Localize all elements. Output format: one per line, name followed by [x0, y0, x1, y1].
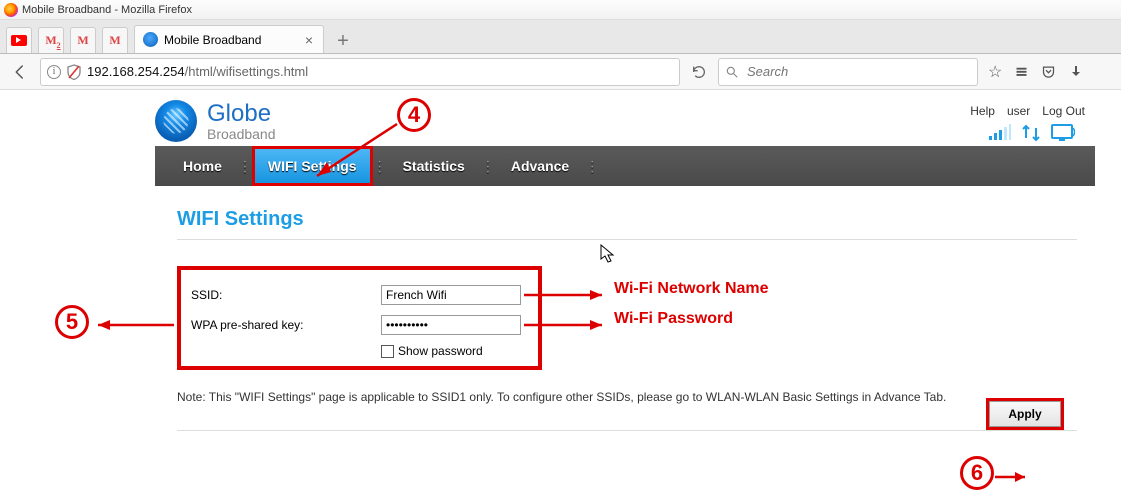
nav-stats-label: Statistics: [403, 158, 465, 174]
monitor-icon: [1051, 124, 1075, 142]
search-icon: [725, 65, 739, 79]
window-titlebar: Mobile Broadband - Mozilla Firefox: [0, 0, 1121, 20]
brand-subtitle: Broadband: [207, 126, 276, 142]
pinned-tab-gmail-1[interactable]: M2: [38, 27, 64, 53]
annotation-6-circle: 6: [960, 456, 994, 490]
tab-strip: M2 M M Mobile Broadband × +: [0, 20, 1121, 54]
wpa-key-input[interactable]: [381, 315, 521, 335]
page-heading: WIFI Settings: [177, 208, 1095, 231]
back-button[interactable]: [6, 58, 34, 86]
show-password-checkbox[interactable]: [381, 345, 394, 358]
search-input[interactable]: [745, 63, 971, 80]
library-icon[interactable]: [1014, 64, 1029, 79]
brand-logo-block: Globe Broadband: [155, 100, 276, 142]
apply-button-label: Apply: [1008, 407, 1041, 421]
globe-logo-icon: [155, 100, 197, 142]
divider: [177, 430, 1077, 431]
logout-link[interactable]: Log Out: [1042, 104, 1085, 118]
window-title: Mobile Broadband - Mozilla Firefox: [22, 4, 192, 16]
page-viewport: Globe Broadband Help user Log Out: [0, 90, 1121, 504]
help-link[interactable]: Help: [970, 104, 995, 118]
nav-home-label: Home: [183, 158, 222, 174]
url-host: 192.168.254.254: [87, 64, 185, 79]
brand-name: Globe: [207, 100, 276, 128]
wifi-form-box: SSID: WPA pre-shared key: Show password: [177, 266, 542, 370]
apply-button[interactable]: Apply: [989, 401, 1061, 427]
search-bar[interactable]: [718, 58, 978, 86]
annotation-6-arrow: [995, 468, 1035, 488]
show-password-label: Show password: [398, 344, 483, 358]
up-down-arrows-icon: [1021, 124, 1041, 142]
tracking-shield-off-icon[interactable]: [67, 64, 81, 80]
new-tab-button[interactable]: +: [330, 29, 356, 53]
divider: [177, 239, 1077, 240]
wpa-key-label: WPA pre-shared key:: [191, 318, 381, 332]
ssid-input[interactable]: [381, 285, 521, 305]
annotation-6-number: 6: [971, 460, 983, 486]
nav-separator: ⋮: [373, 158, 387, 175]
url-bar[interactable]: i 192.168.254.254/html/wifisettings.html: [40, 58, 680, 86]
top-links: Help user Log Out: [970, 100, 1085, 118]
reload-button[interactable]: [686, 59, 712, 85]
pocket-icon[interactable]: [1041, 64, 1056, 79]
ssid-label: SSID:: [191, 288, 381, 302]
downloads-icon[interactable]: [1068, 64, 1084, 80]
nav-advance[interactable]: Advance: [495, 146, 585, 186]
gmail-icon: M: [109, 33, 120, 48]
pinned-tab-youtube[interactable]: [6, 27, 32, 53]
main-nav: Home ⋮ WIFI Settings ⋮ Statistics ⋮ Adva…: [155, 146, 1095, 186]
tab-active[interactable]: Mobile Broadband ×: [134, 25, 324, 53]
url-text: 192.168.254.254/html/wifisettings.html: [87, 64, 308, 79]
annotation-5-circle: 5: [55, 305, 89, 339]
tab-close-button[interactable]: ×: [301, 32, 317, 48]
pinned-tab-gmail-3[interactable]: M: [102, 27, 128, 53]
nav-separator: ⋮: [238, 158, 252, 175]
nav-statistics[interactable]: Statistics: [387, 146, 481, 186]
tab-label: Mobile Broadband: [164, 33, 261, 47]
bookmark-star-icon[interactable]: ☆: [988, 62, 1002, 82]
gmail-icon: M2: [45, 33, 56, 48]
firefox-icon: [4, 3, 18, 17]
gmail-icon: M: [77, 33, 88, 48]
nav-home[interactable]: Home: [167, 146, 238, 186]
browser-toolbar: i 192.168.254.254/html/wifisettings.html…: [0, 54, 1121, 90]
nav-separator: ⋮: [585, 158, 599, 175]
signal-bars-icon: [989, 124, 1011, 140]
nav-separator: ⋮: [481, 158, 495, 175]
globe-favicon-icon: [143, 32, 158, 47]
url-path: /html/wifisettings.html: [185, 64, 309, 79]
youtube-icon: [11, 35, 27, 46]
annotation-5-number: 5: [66, 309, 78, 335]
site-info-icon[interactable]: i: [47, 65, 61, 79]
pinned-tab-gmail-2[interactable]: M: [70, 27, 96, 53]
note-text: Note: This "WIFI Settings" page is appli…: [177, 390, 1095, 404]
user-link[interactable]: user: [1007, 104, 1030, 118]
nav-advance-label: Advance: [511, 158, 569, 174]
nav-wifi-label: WIFI Settings: [268, 158, 357, 174]
nav-wifi-settings[interactable]: WIFI Settings: [252, 146, 373, 186]
